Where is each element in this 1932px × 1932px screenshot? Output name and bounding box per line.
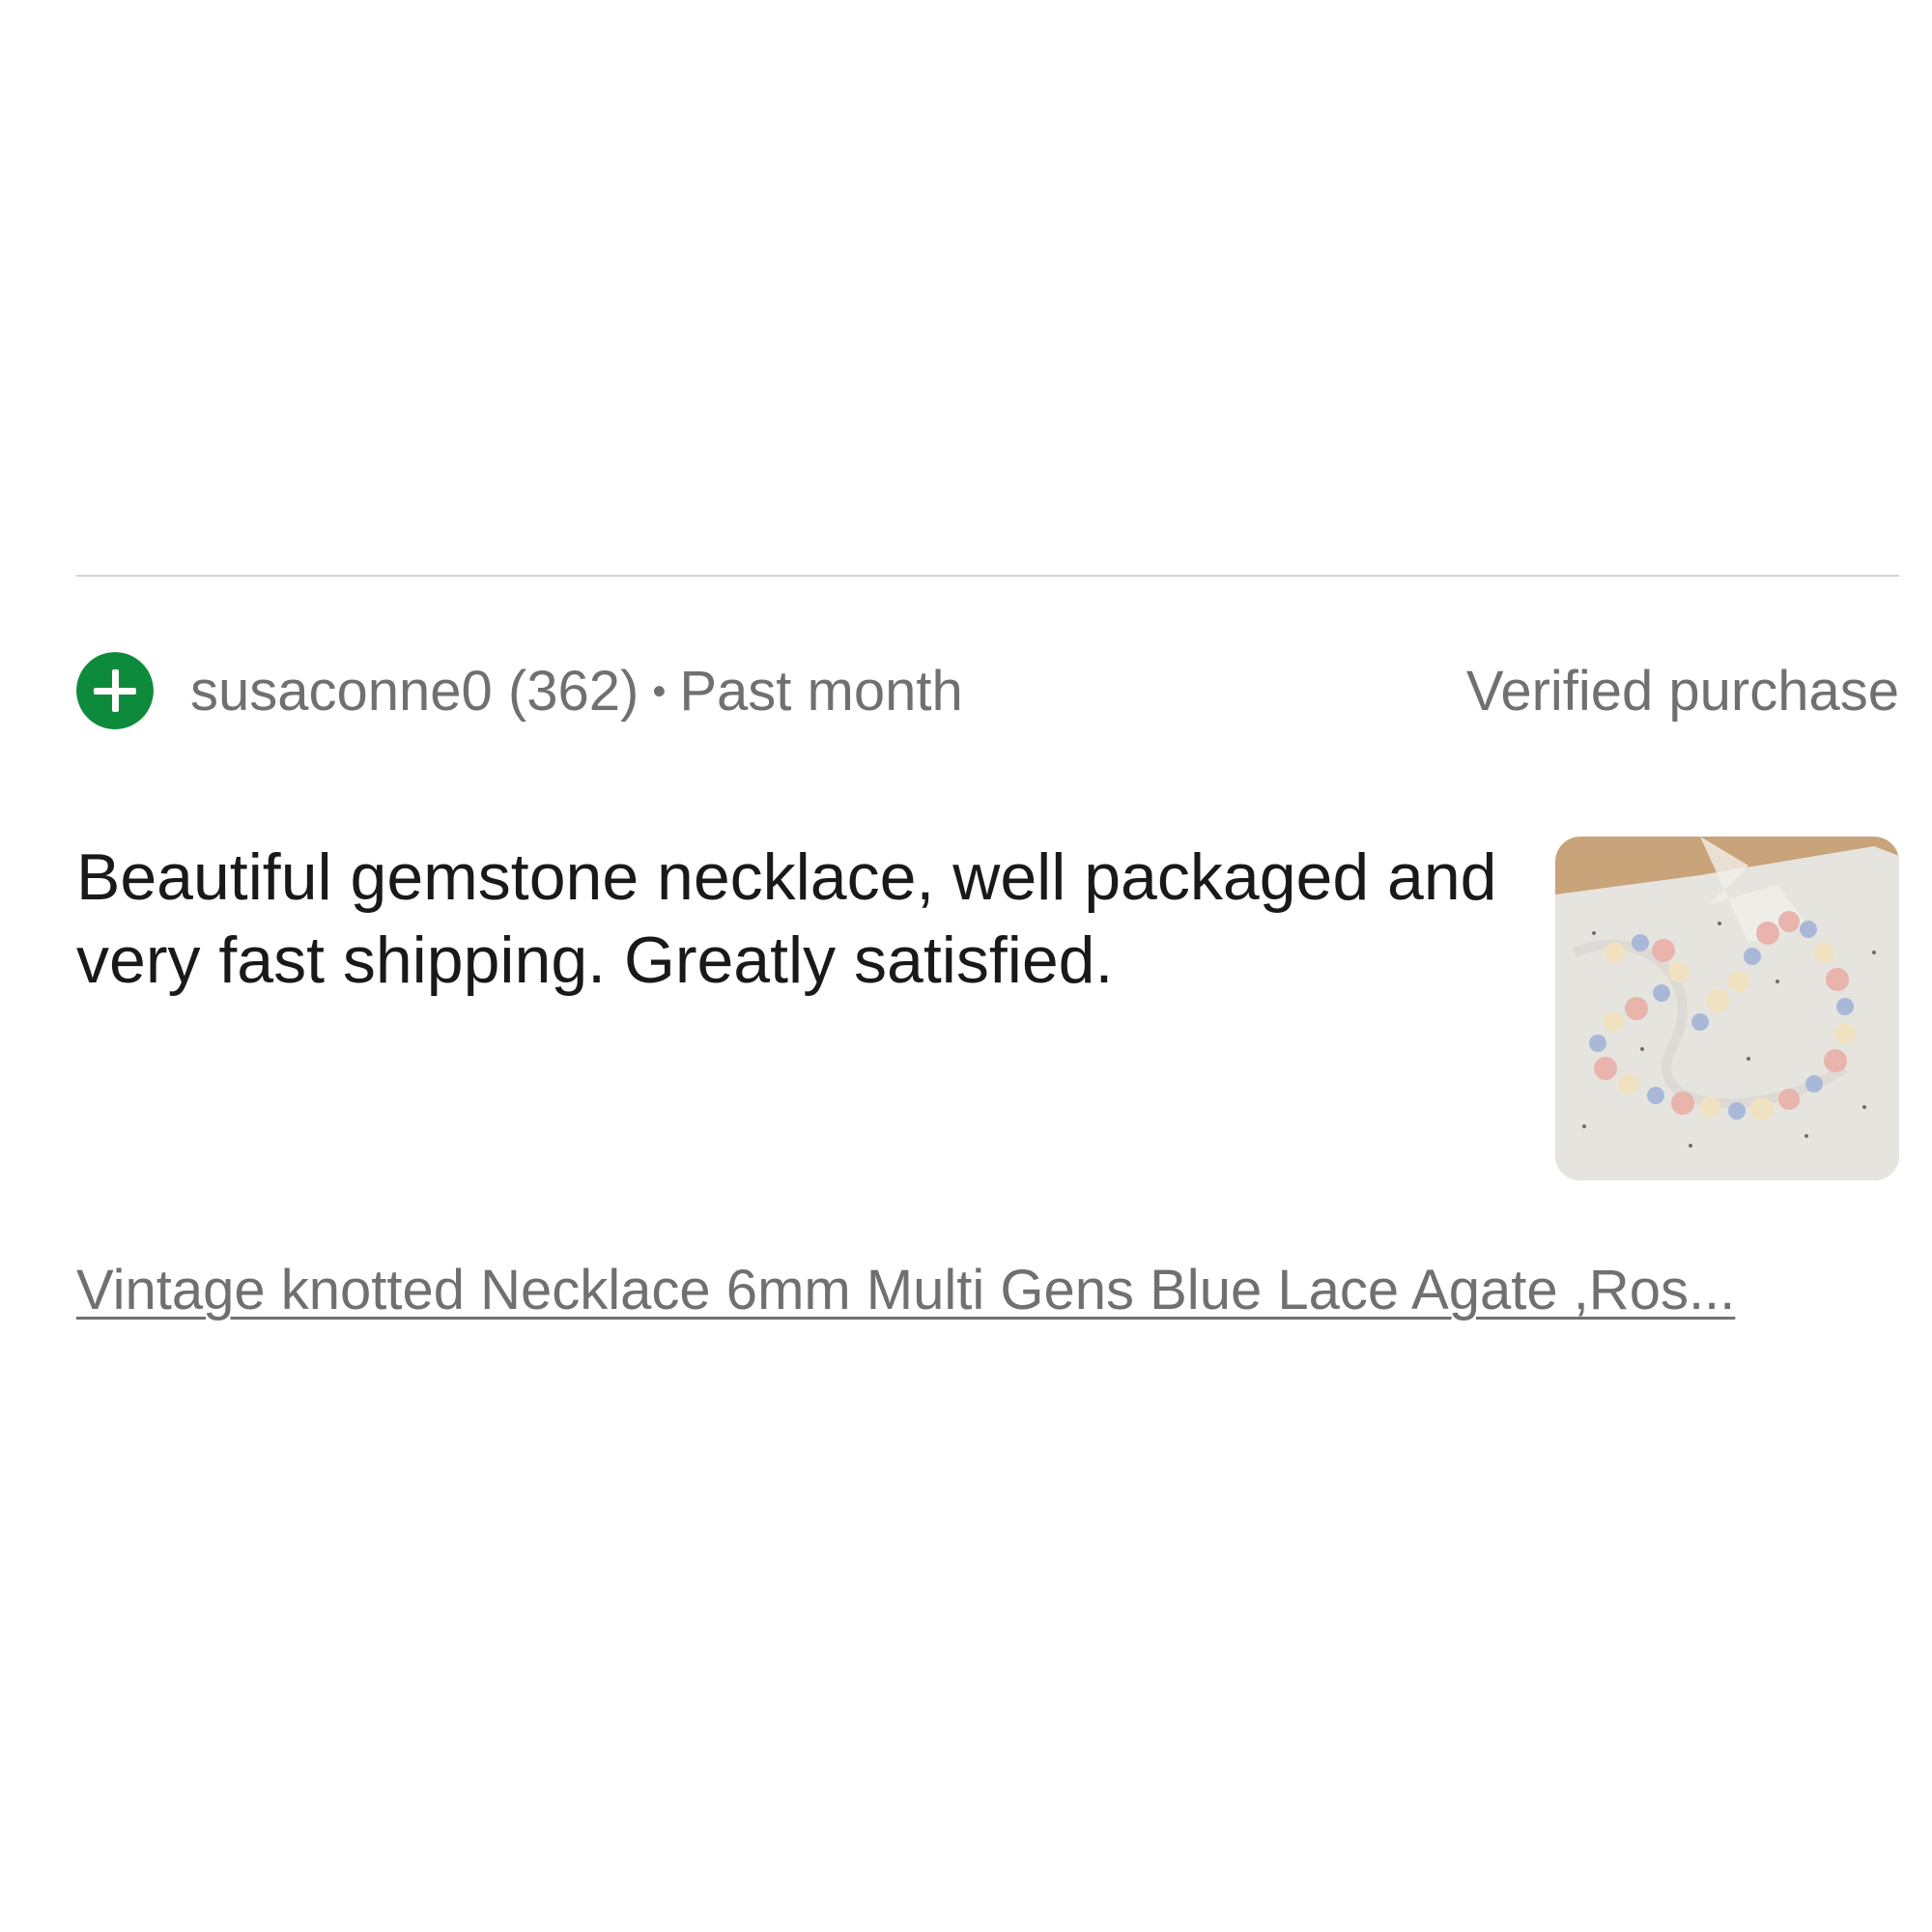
verified-purchase-label: Verified purchase — [1465, 660, 1899, 723]
positive-feedback-plus-icon — [76, 652, 154, 729]
review-text: Beautiful gemstone necklace, well packag… — [76, 840, 1497, 997]
reviewer-score: (362) — [507, 660, 639, 723]
item-title-link[interactable]: Vintage knotted Necklace 6mm Multi Gens … — [76, 1252, 1899, 1329]
meta-separator: • — [652, 670, 667, 713]
reviewer-meta: susaconne0 (362) • Past month — [190, 651, 963, 732]
section-divider — [76, 575, 1899, 577]
review-photo-thumbnail[interactable] — [1555, 837, 1899, 1180]
reviewer-name: susaconne0 — [190, 660, 493, 723]
review-header: susaconne0 (362) • Past month Verified pur… — [76, 651, 1899, 732]
review-time: Past month — [679, 660, 963, 723]
necklace-photo — [1555, 837, 1899, 1180]
